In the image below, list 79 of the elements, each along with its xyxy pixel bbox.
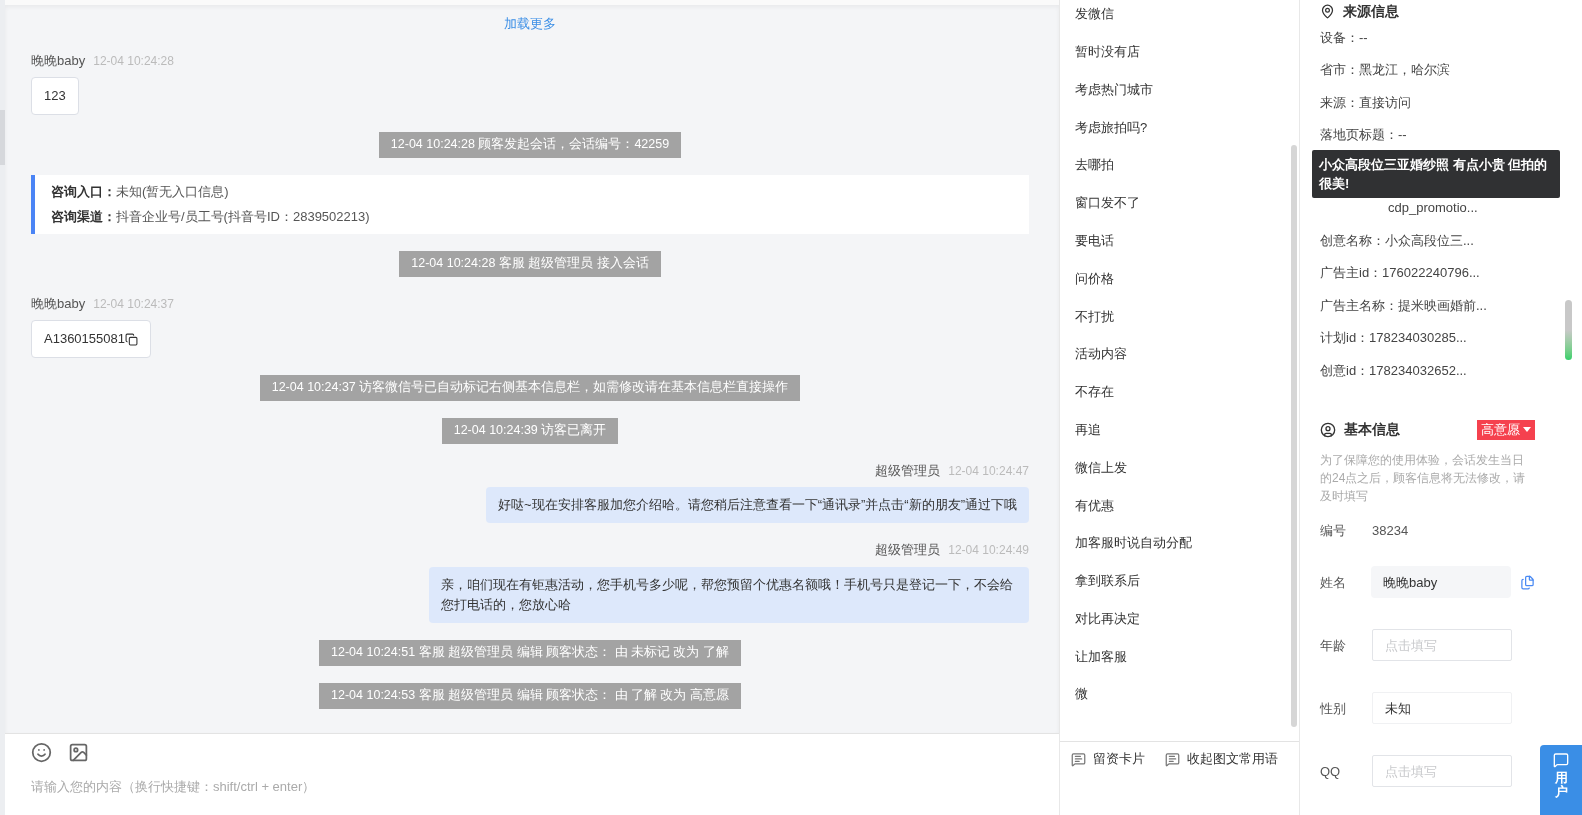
page-scrollbar-thumb[interactable] xyxy=(1565,300,1572,360)
phrase-item[interactable]: 微 xyxy=(1060,675,1291,714)
message-time: 12-04 10:24:47 xyxy=(948,462,1029,480)
caret-icon xyxy=(1523,427,1531,433)
source-field: 省市：黑龙江，哈尔滨 xyxy=(1320,60,1450,80)
message-bubble: A1360155081 xyxy=(31,320,151,358)
toolbar-button[interactable]: 留资卡片 xyxy=(1071,750,1145,769)
phrase-item[interactable]: 问价格 xyxy=(1060,259,1291,298)
section-title: 来源信息 xyxy=(1343,1,1399,21)
phrase-item[interactable]: 对比再决定 xyxy=(1060,599,1291,638)
source-field: cdp_promotio... xyxy=(1320,197,1478,218)
message-time: 12-04 10:24:37 xyxy=(93,295,174,313)
location-icon xyxy=(1320,3,1335,19)
sender-name: 超级管理员 xyxy=(875,541,941,560)
system-notice: 12-04 10:24:37 访客微信号已自动标记右侧基本信息栏，如需修改请在基本信息栏直接操作 xyxy=(259,374,801,401)
message-bubble: 亲，咱们现在有钜惠活动，您手机号多少呢，帮您预留个优惠名额哦！手机号只是登记一下，不会给您打电话的，您放心哈 xyxy=(429,566,1029,623)
info-label: 咨询入口： xyxy=(51,182,116,201)
system-notice: 12-04 10:24:51 客服 超级管理员 编辑 顾客状态： 由 未标记 改为 了解 xyxy=(319,639,741,666)
system-notice: 12-04 10:24:28 顾客发起会话，会话编号：42259 xyxy=(378,131,682,158)
field-label: QQ xyxy=(1320,762,1342,781)
name-field[interactable]: 晚晚baby xyxy=(1371,566,1511,599)
field-label: 编号 xyxy=(1320,522,1347,541)
scrollbar-thumb[interactable] xyxy=(1291,145,1297,727)
phrase-item[interactable]: 发微信 xyxy=(1060,0,1291,33)
phrase-item[interactable]: 再追 xyxy=(1060,410,1291,449)
field-label: 年龄 xyxy=(1320,636,1347,655)
chat-icon xyxy=(1553,752,1569,768)
system-notice: 12-04 10:24:39 访客已离开 xyxy=(441,417,619,444)
field-value: 38234 xyxy=(1372,522,1409,541)
sender-name: 晚晚baby xyxy=(31,294,86,313)
image-icon[interactable] xyxy=(68,742,89,763)
phrase-item[interactable]: 加客服时说自动分配 xyxy=(1060,524,1291,562)
message-icon xyxy=(1165,751,1180,767)
system-notice: 12-04 10:24:28 客服 超级管理员 接入会话 xyxy=(399,250,661,277)
phrase-item[interactable]: 暂时没有店 xyxy=(1060,32,1291,71)
select-field[interactable]: 未知 xyxy=(1372,692,1512,725)
source-field: 设备：-- xyxy=(1320,27,1368,48)
message-input[interactable]: 请输入您的内容（换行快捷键：shift/ctrl + enter） xyxy=(31,777,1033,797)
phrase-item[interactable]: 有优惠 xyxy=(1060,486,1291,525)
button-label: 用户 xyxy=(1554,771,1568,800)
phrase-item[interactable]: 拿到联系后 xyxy=(1060,561,1291,600)
notice-text: 为了保障您的使用体验，会话发生当日的24点之后，顾客信息将无法修改，请及时填写 xyxy=(1320,451,1527,505)
source-field: 计划id：178234030285... xyxy=(1320,328,1467,348)
info-value: 抖音企业号/员工号(抖音号ID：2839502213) xyxy=(116,208,370,227)
phrase-item[interactable]: 微信上发 xyxy=(1060,448,1291,487)
field-label: 姓名 xyxy=(1320,573,1347,592)
phrase-item[interactable]: 窗口发不了 xyxy=(1060,184,1291,222)
phrase-item[interactable]: 考虑旅拍吗? xyxy=(1060,108,1291,147)
phrase-item[interactable]: 不打扰 xyxy=(1060,297,1291,336)
message-icon xyxy=(1071,751,1086,767)
message-time: 12-04 10:24:28 xyxy=(93,52,174,70)
tooltip: 小众高段位三亚婚纱照 有点小贵 但拍的很美! xyxy=(1312,150,1560,198)
source-field: 来源：直接访问 xyxy=(1320,92,1411,113)
section-title: 基本信息 xyxy=(1344,420,1400,440)
source-field: 创意名称：小众高段位三... xyxy=(1320,230,1474,250)
source-field: 广告主名称：提米映画婚前... xyxy=(1320,295,1487,316)
source-field: 广告主id：176022240796... xyxy=(1320,263,1480,283)
info-label: 咨询渠道： xyxy=(51,208,116,227)
phrase-item[interactable]: 去哪拍 xyxy=(1060,146,1291,184)
system-notice: 12-04 10:24:53 客服 超级管理员 编辑 顾客状态： 由 了解 改为 高意愿 xyxy=(319,682,741,709)
toolbar-button[interactable]: 收起图文常用语 xyxy=(1165,750,1278,769)
info-value: 未知(暂无入口信息) xyxy=(116,182,229,201)
message-bubble: 好哒~现在安排客服加您介绍哈。请您稍后注意查看一下“通讯录”并点击“新的朋友”通过下哦 xyxy=(486,487,1029,524)
sender-name: 晚晚baby xyxy=(31,51,86,70)
message-bubble: 123 xyxy=(31,77,79,115)
phrase-item[interactable]: 要电话 xyxy=(1060,221,1291,260)
copy-icon[interactable] xyxy=(125,332,138,346)
status-dropdown[interactable]: 高意愿 xyxy=(1477,419,1535,440)
emoji-icon[interactable] xyxy=(31,742,52,763)
source-field: 落地页标题：-- xyxy=(1320,125,1407,145)
message-time: 12-04 10:24:49 xyxy=(948,542,1029,559)
phrase-item[interactable]: 让加客服 xyxy=(1060,637,1291,676)
source-field: 创意id：178234032652... xyxy=(1320,360,1467,381)
phrase-item[interactable]: 活动内容 xyxy=(1060,335,1291,373)
user-icon xyxy=(1320,421,1336,438)
phrase-item[interactable]: 不存在 xyxy=(1060,372,1291,411)
sender-name: 超级管理员 xyxy=(875,461,941,480)
phrase-item[interactable]: 考虑热门城市 xyxy=(1060,70,1291,109)
field-label: 性别 xyxy=(1320,699,1347,718)
